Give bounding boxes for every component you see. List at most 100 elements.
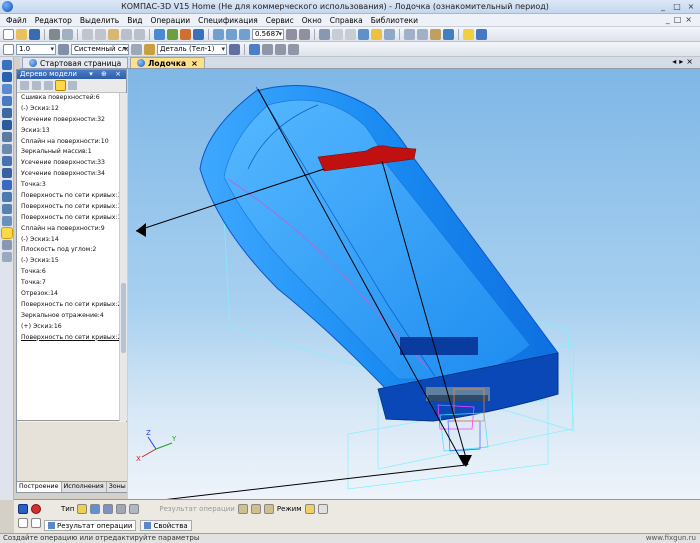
measure-icon[interactable] xyxy=(443,28,454,40)
surfaces-icon[interactable] xyxy=(1,120,12,130)
tree-item[interactable]: Поверхность по сети кривых:23 xyxy=(17,300,119,311)
shaded-icon[interactable] xyxy=(371,28,382,40)
measure-icon[interactable] xyxy=(1,192,12,202)
section-icon[interactable] xyxy=(430,28,441,40)
result-cut-icon[interactable] xyxy=(263,504,274,514)
type-net-icon[interactable] xyxy=(90,504,101,514)
tree-item[interactable]: Сплайн на поверхности:9 xyxy=(17,224,119,235)
tree-item[interactable]: Поверхность по сети кривых:17 xyxy=(17,202,119,213)
spline-icon[interactable] xyxy=(1,216,12,226)
pan-icon[interactable] xyxy=(286,28,297,40)
save-icon[interactable] xyxy=(29,28,40,40)
tree-scrollbar[interactable] xyxy=(119,93,127,421)
tree-item[interactable]: Усечение поверхности:32 xyxy=(17,115,119,126)
tree-item[interactable]: Поверхность по сети кривых:18 xyxy=(17,213,119,224)
tree-item[interactable]: (+) Эскиз:16 xyxy=(17,322,119,333)
tree-item[interactable]: Плоскость под углом:2 xyxy=(17,245,119,256)
type-surface-icon[interactable] xyxy=(77,504,88,514)
menu-operations[interactable]: Операции xyxy=(150,16,190,25)
stop-icon[interactable] xyxy=(31,504,41,514)
mode-alt-icon[interactable] xyxy=(317,504,328,514)
minimize-button[interactable]: _ xyxy=(657,2,669,12)
halftone-icon[interactable] xyxy=(358,28,369,40)
tab-lodochka[interactable]: Лодочка × xyxy=(130,57,205,68)
tab-construction[interactable]: Построение xyxy=(17,482,62,492)
tree-item[interactable]: Поверхность по сети кривых:24 xyxy=(17,333,119,344)
material-icon[interactable] xyxy=(249,43,260,55)
mode-icon[interactable] xyxy=(304,504,315,514)
tree-item[interactable]: Поверхность по сети кривых:16 xyxy=(17,191,119,202)
tab-nav-controls[interactable]: ◂▸× xyxy=(672,57,696,66)
dimensions-icon[interactable] xyxy=(1,204,12,214)
properties-icon[interactable] xyxy=(288,43,299,55)
tree-view-icon[interactable] xyxy=(20,81,29,90)
open-folder-icon[interactable] xyxy=(16,28,27,40)
layers-icon[interactable] xyxy=(58,43,69,55)
tab-versions[interactable]: Исполнения xyxy=(62,482,107,492)
bracket-icon[interactable] xyxy=(1,144,12,154)
filter-icon[interactable] xyxy=(1,132,12,142)
maximize-button[interactable]: □ xyxy=(671,2,683,12)
result-new-icon[interactable] xyxy=(237,504,248,514)
color-icon[interactable] xyxy=(476,28,487,40)
tree-item[interactable]: Отрезок:14 xyxy=(17,289,119,300)
undo-icon[interactable] xyxy=(121,28,132,40)
sheet-metal-icon[interactable] xyxy=(1,240,12,250)
menu-window[interactable]: Окно xyxy=(302,16,322,25)
menu-service[interactable]: Сервис xyxy=(266,16,294,25)
menu-libraries[interactable]: Библиотеки xyxy=(371,16,418,25)
tree-item[interactable]: Усечение поверхности:33 xyxy=(17,158,119,169)
arrow-icon[interactable] xyxy=(1,72,12,82)
edit-icon[interactable] xyxy=(1,84,12,94)
line-width-select[interactable]: 1.0 xyxy=(16,43,56,55)
menu-view[interactable]: Вид xyxy=(127,16,142,25)
back-arrow-icon[interactable] xyxy=(18,504,28,514)
color-picker-icon[interactable] xyxy=(229,43,240,55)
grid-icon[interactable] xyxy=(1,168,12,178)
structure-icon[interactable] xyxy=(44,81,53,90)
line-style-icon[interactable] xyxy=(3,43,14,55)
detail-select[interactable]: Деталь (Тел-1) xyxy=(157,43,227,55)
model-viewport[interactable]: Z Y X xyxy=(128,69,700,499)
tab-start-page[interactable]: Стартовая страница xyxy=(22,57,129,68)
tree-item[interactable]: Точка:6 xyxy=(17,267,119,278)
tree-item[interactable]: Сплайн на поверхности:10 xyxy=(17,137,119,148)
menu-help[interactable]: Справка xyxy=(330,16,363,25)
mdi-window-controls[interactable]: _□× xyxy=(666,15,696,24)
tree-item[interactable]: Усечение поверхности:34 xyxy=(17,169,119,180)
tab-close-icon[interactable]: × xyxy=(191,59,198,68)
order-icon[interactable] xyxy=(55,80,66,91)
layer-select[interactable]: Системный слой (0) xyxy=(71,43,129,55)
close-panel-icon[interactable] xyxy=(18,518,28,528)
filter-tree-icon[interactable] xyxy=(68,81,77,90)
array-icon[interactable] xyxy=(1,156,12,166)
result-add-icon[interactable] xyxy=(250,504,261,514)
tree-item[interactable]: Сшивка поверхностей:6 xyxy=(17,93,119,104)
tree-item[interactable]: Зеркальный массив:1 xyxy=(17,147,119,158)
aux-geometry-icon[interactable] xyxy=(1,180,12,190)
variables-icon[interactable] xyxy=(180,28,191,40)
tree-item[interactable]: (-) Эскиз:12 xyxy=(17,104,119,115)
snap-icon[interactable] xyxy=(417,28,428,40)
paste-icon[interactable] xyxy=(108,28,119,40)
sketch-icon[interactable] xyxy=(1,96,12,106)
libraries-icon[interactable] xyxy=(167,28,178,40)
zoom-field[interactable]: 0.5687 xyxy=(252,28,284,40)
highlight-icon[interactable] xyxy=(463,28,474,40)
menu-specification[interactable]: Спецификация xyxy=(198,16,258,25)
cut-icon[interactable] xyxy=(82,28,93,40)
manager-icon[interactable] xyxy=(154,28,165,40)
rotate-icon[interactable] xyxy=(299,28,310,40)
help-panel-icon[interactable] xyxy=(31,518,41,528)
menu-editor[interactable]: Редактор xyxy=(35,16,72,25)
menu-select[interactable]: Выделить xyxy=(80,16,119,25)
help-icon[interactable] xyxy=(193,28,204,40)
filter-icon[interactable] xyxy=(404,28,415,40)
type-curve-icon[interactable] xyxy=(103,504,114,514)
tree-item[interactable]: (-) Эскиз:15 xyxy=(17,256,119,267)
spec-icon[interactable] xyxy=(1,252,12,262)
surface-network-icon[interactable] xyxy=(0,227,13,239)
type-mirror-icon[interactable] xyxy=(116,504,127,514)
zoom-window-icon[interactable] xyxy=(239,28,250,40)
curves-icon[interactable] xyxy=(1,108,12,118)
